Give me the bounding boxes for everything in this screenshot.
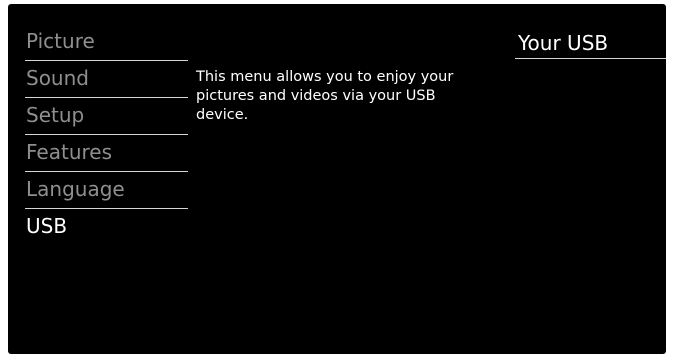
menu-item-sound[interactable]: Sound — [25, 61, 188, 98]
menu-description: This menu allows you to enjoy your pictu… — [196, 69, 454, 123]
main-menu: Picture Sound Setup Features Language US… — [25, 24, 188, 246]
menu-item-setup[interactable]: Setup — [25, 98, 188, 135]
submenu-panel: Your USB — [515, 28, 666, 59]
tv-menu-screen: Picture Sound Setup Features Language US… — [8, 4, 666, 354]
menu-item-language[interactable]: Language — [25, 172, 188, 209]
menu-item-picture[interactable]: Picture — [25, 24, 188, 61]
menu-item-features[interactable]: Features — [25, 135, 188, 172]
menu-item-usb[interactable]: USB — [25, 209, 188, 246]
submenu-item-your-usb[interactable]: Your USB — [515, 28, 666, 59]
